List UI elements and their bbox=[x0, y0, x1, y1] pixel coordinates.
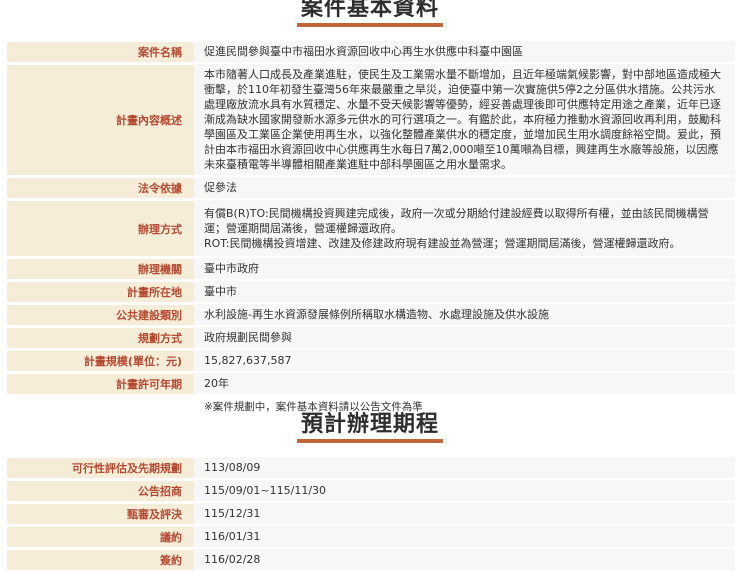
row-value: 本市隨著人口成長及產業進駐，使民生及工業需水量不斷增加，且近年極端氣候影響，對中… bbox=[194, 64, 735, 175]
row-label: 辦理機關 bbox=[7, 258, 194, 279]
row-label: 案件名稱 bbox=[7, 41, 194, 62]
row-label: 計畫內容概述 bbox=[7, 64, 194, 175]
section-title-schedule: 預計辦理期程 bbox=[0, 410, 740, 444]
section-title-text: 案件基本資料 bbox=[296, 0, 444, 27]
row-label: 甄審及評決 bbox=[7, 503, 194, 524]
row-value: 20年 bbox=[194, 373, 735, 394]
row-value: 政府規劃民間參與 bbox=[194, 327, 735, 348]
table-row-legal-basis: 法令依據 促參法 bbox=[7, 177, 735, 198]
row-value: 促進民間參與臺中市福田水資源回收中心再生水供應中科臺中園區 bbox=[194, 41, 735, 62]
row-label: 計畫規模(單位：元) bbox=[7, 350, 194, 371]
row-value: 115/12/31 bbox=[194, 503, 735, 524]
section-title-text: 預計辦理期程 bbox=[296, 410, 444, 443]
table-row-planning: 規劃方式 政府規劃民間參與 bbox=[7, 327, 735, 348]
row-value: 水利設施-再生水資源發展條例所稱取水構造物、水處理設施及供水設施 bbox=[194, 304, 735, 325]
row-label: 公共建設類別 bbox=[7, 304, 194, 325]
row-value: 15,827,637,587 bbox=[194, 350, 735, 371]
table-row-summary: 計畫內容概述 本市隨著人口成長及產業進駐，使民生及工業需水量不斷增加，且近年極端… bbox=[7, 64, 735, 175]
table-row: 簽約 116/02/28 bbox=[7, 549, 735, 570]
method-line-btoo: 有償B(R)TO:民間機構投資興建完成後，政府一次或分期給付建設經費以取得所有權… bbox=[204, 206, 709, 235]
row-label: 計畫許可年期 bbox=[7, 373, 194, 394]
table-row-scale: 計畫規模(單位：元) 15,827,637,587 bbox=[7, 350, 735, 371]
row-label: 簽約 bbox=[7, 549, 194, 570]
table-row-location: 計畫所在地 臺中市 bbox=[7, 281, 735, 302]
basic-info-table: 案件名稱 促進民間參與臺中市福田水資源回收中心再生水供應中科臺中園區 計畫內容概… bbox=[7, 39, 735, 418]
method-line-rot: ROT:民間機構投資增建、改建及修建政府現有建設並為營運；營運期間屆滿後，營運權… bbox=[204, 236, 681, 250]
row-value: 115/09/01~115/11/30 bbox=[194, 480, 735, 501]
row-value: 臺中市政府 bbox=[194, 258, 735, 279]
table-row: 甄審及評決 115/12/31 bbox=[7, 503, 735, 524]
table-row-years: 計畫許可年期 20年 bbox=[7, 373, 735, 394]
row-label: 計畫所在地 bbox=[7, 281, 194, 302]
table-row-case-name: 案件名稱 促進民間參與臺中市福田水資源回收中心再生水供應中科臺中園區 bbox=[7, 41, 735, 62]
row-value: 116/01/31 bbox=[194, 526, 735, 547]
table-row-agency: 辦理機關 臺中市政府 bbox=[7, 258, 735, 279]
row-value: 有償B(R)TO:民間機構投資興建完成後，政府一次或分期給付建設經費以取得所有權… bbox=[194, 200, 735, 256]
table-row-category: 公共建設類別 水利設施-再生水資源發展條例所稱取水構造物、水處理設施及供水設施 bbox=[7, 304, 735, 325]
row-label: 公告招商 bbox=[7, 480, 194, 501]
row-value: 促參法 bbox=[194, 177, 735, 198]
row-label: 可行性評估及先期規劃 bbox=[7, 457, 194, 478]
table-row: 議約 116/01/31 bbox=[7, 526, 735, 547]
table-row: 可行性評估及先期規劃 113/08/09 bbox=[7, 457, 735, 478]
row-label: 法令依據 bbox=[7, 177, 194, 198]
table-row: 公告招商 115/09/01~115/11/30 bbox=[7, 480, 735, 501]
row-value: 113/08/09 bbox=[194, 457, 735, 478]
row-value: 116/02/28 bbox=[194, 549, 735, 570]
schedule-table: 可行性評估及先期規劃 113/08/09 公告招商 115/09/01~115/… bbox=[7, 455, 735, 572]
row-label: 辦理方式 bbox=[7, 200, 194, 256]
row-label: 議約 bbox=[7, 526, 194, 547]
section-title-basic-info: 案件基本資料 bbox=[0, 0, 740, 28]
table-row-method: 辦理方式 有償B(R)TO:民間機構投資興建完成後，政府一次或分期給付建設經費以… bbox=[7, 200, 735, 256]
row-label: 規劃方式 bbox=[7, 327, 194, 348]
row-value: 臺中市 bbox=[194, 281, 735, 302]
